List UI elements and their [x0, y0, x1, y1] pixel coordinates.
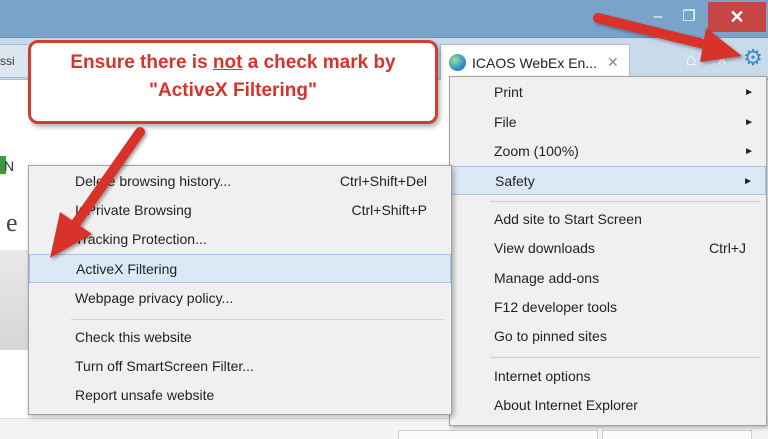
menu-item-pinned-sites[interactable]: Go to pinned sites — [450, 322, 766, 351]
menu-item-label: View downloads — [494, 240, 595, 256]
menu-item-label: Delete browsing history... — [75, 173, 232, 189]
window-titlebar: – ❐ ✕ — [0, 0, 768, 38]
maximize-button[interactable]: ❐ — [676, 6, 702, 28]
tab-icaos-webex[interactable]: ICAOS WebEx En... ✕ — [440, 44, 630, 80]
menu-item-safety[interactable]: Safety ► — [450, 166, 766, 195]
gear-icon[interactable]: ⚙ — [740, 45, 766, 71]
menu-item-label: Safety — [495, 173, 535, 189]
menu-item-delete-history[interactable]: Delete browsing history... Ctrl+Shift+De… — [29, 167, 451, 196]
page-heading-fragment: e — [6, 208, 18, 237]
menu-item-inprivate[interactable]: InPrivate Browsing Ctrl+Shift+P — [29, 196, 451, 225]
close-window-button[interactable]: ✕ — [708, 2, 766, 32]
tab-title: ICAOS WebEx En... — [472, 54, 598, 71]
menu-item-shortcut: Ctrl+Shift+Del — [339, 173, 427, 189]
menu-item-zoom[interactable]: Zoom (100%) ► — [450, 137, 766, 166]
menu-item-label: Print — [494, 84, 523, 100]
menu-item-report-unsafe[interactable]: Report unsafe website — [29, 381, 451, 410]
menu-item-smartscreen[interactable]: Turn off SmartScreen Filter... — [29, 352, 451, 381]
menu-item-add-site[interactable]: Add site to Start Screen — [450, 205, 766, 234]
menu-item-label: Internet options — [494, 368, 591, 384]
minimize-button[interactable]: – — [645, 6, 671, 28]
menu-item-label: Add site to Start Screen — [494, 211, 642, 227]
favorites-bar-fragment: N — [4, 158, 15, 174]
menu-item-label: About Internet Explorer — [494, 397, 638, 413]
globe-icon — [449, 54, 466, 71]
callout-line-1: Ensure there is not a check mark by — [31, 49, 435, 77]
menu-item-label: ActiveX Filtering — [76, 261, 178, 277]
menu-item-privacy-policy[interactable]: Webpage privacy policy... — [29, 284, 451, 313]
page-bottom-box — [602, 430, 752, 439]
menu-item-label: Report unsafe website — [75, 387, 215, 403]
callout-line-2: "ActiveX Filtering" — [149, 80, 317, 101]
page-bottom-box — [398, 430, 598, 439]
instruction-callout: Ensure there is not a check mark by "Act… — [28, 40, 438, 124]
menu-item-label: F12 developer tools — [494, 299, 617, 315]
menu-item-label: Tracking Protection... — [75, 231, 207, 247]
menu-item-internet-options[interactable]: Internet options — [450, 362, 766, 391]
menu-item-view-downloads[interactable]: View downloads Ctrl+J — [450, 234, 766, 263]
menu-item-label: Manage add-ons — [494, 270, 600, 286]
menu-item-manage-addons[interactable]: Manage add-ons — [450, 264, 766, 293]
submenu-arrow-icon: ► — [744, 87, 754, 98]
menu-separator — [490, 201, 760, 202]
submenu-arrow-icon: ► — [744, 117, 754, 128]
menu-item-label: Check this website — [75, 329, 192, 345]
callout-text: Ensure there is — [70, 52, 213, 73]
menu-item-f12-tools[interactable]: F12 developer tools — [450, 293, 766, 322]
tab-previous[interactable]: ssi — [0, 44, 30, 78]
menu-item-label: Webpage privacy policy... — [75, 290, 234, 306]
menu-separator — [71, 319, 443, 320]
menu-item-label: InPrivate Browsing — [75, 202, 192, 218]
menu-item-check-website[interactable]: Check this website — [29, 323, 451, 352]
callout-emphasis: not — [212, 52, 243, 73]
menu-separator — [490, 357, 760, 358]
menu-item-file[interactable]: File ► — [450, 108, 766, 137]
tab-previous-label: ssi — [0, 54, 15, 68]
menu-item-print[interactable]: Print ► — [450, 78, 766, 107]
menu-item-tracking-protection[interactable]: Tracking Protection... — [29, 225, 451, 254]
menu-item-label: Zoom (100%) — [494, 143, 579, 159]
home-icon[interactable]: ⌂ — [680, 49, 702, 69]
page-banner-strip — [0, 250, 30, 350]
tools-menu: Print ► File ► Zoom (100%) ► Safety ► Ad… — [449, 76, 767, 426]
submenu-arrow-icon: ► — [743, 176, 753, 187]
menu-item-activex-filtering[interactable]: ActiveX Filtering — [29, 254, 451, 283]
menu-item-shortcut: Ctrl+Shift+P — [351, 202, 427, 218]
menu-item-label: Turn off SmartScreen Filter... — [75, 358, 254, 374]
menu-item-label: Go to pinned sites — [494, 328, 607, 344]
callout-text: a check mark by — [242, 52, 396, 73]
submenu-arrow-icon: ► — [744, 146, 754, 157]
menu-item-about-ie[interactable]: About Internet Explorer — [450, 391, 766, 420]
star-icon[interactable]: ★ — [712, 49, 732, 69]
menu-item-label: File — [494, 114, 517, 130]
tab-close-icon[interactable]: ✕ — [607, 54, 619, 71]
safety-submenu: Delete browsing history... Ctrl+Shift+De… — [28, 165, 452, 415]
menu-item-shortcut: Ctrl+J — [709, 240, 746, 256]
